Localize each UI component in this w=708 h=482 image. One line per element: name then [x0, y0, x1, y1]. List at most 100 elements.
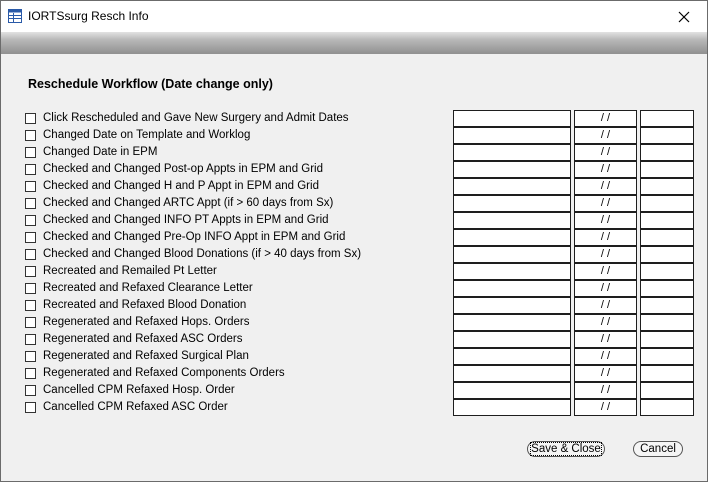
- user-field[interactable]: [453, 178, 571, 195]
- workflow-label: Recreated and Refaxed Clearance Letter: [43, 282, 253, 294]
- workflow-label: Click Rescheduled and Gave New Surgery a…: [43, 112, 349, 124]
- workflow-label: Cancelled CPM Refaxed Hosp. Order: [43, 384, 235, 396]
- workflow-row: Cancelled CPM Refaxed Hosp. Order / /: [25, 382, 697, 399]
- workflow-checkbox[interactable]: [25, 215, 36, 226]
- workflow-checkbox[interactable]: [25, 113, 36, 124]
- date-field[interactable]: / /: [574, 229, 637, 246]
- date-field[interactable]: / /: [574, 280, 637, 297]
- extra-field[interactable]: [640, 348, 694, 365]
- date-field[interactable]: / /: [574, 263, 637, 280]
- user-field[interactable]: [453, 348, 571, 365]
- date-field[interactable]: / /: [574, 144, 637, 161]
- user-field[interactable]: [453, 314, 571, 331]
- extra-field[interactable]: [640, 127, 694, 144]
- workflow-checkbox[interactable]: [25, 130, 36, 141]
- user-field[interactable]: [453, 127, 571, 144]
- workflow-checkbox[interactable]: [25, 334, 36, 345]
- date-field[interactable]: / /: [574, 246, 637, 263]
- workflow-row: Checked and Changed Pre-Op INFO Appt in …: [25, 229, 697, 246]
- extra-field[interactable]: [640, 178, 694, 195]
- workflow-checkbox[interactable]: [25, 283, 36, 294]
- save-close-button[interactable]: Save & Close: [527, 441, 605, 457]
- date-field[interactable]: / /: [574, 178, 637, 195]
- extra-field[interactable]: [640, 161, 694, 178]
- workflow-label: Checked and Changed Blood Donations (if …: [43, 248, 362, 260]
- workflow-row: Recreated and Remailed Pt Letter / /: [25, 263, 697, 280]
- workflow-label: Checked and Changed ARTC Appt (if > 60 d…: [43, 197, 334, 209]
- workflow-row: Cancelled CPM Refaxed ASC Order / /: [25, 399, 697, 416]
- date-field[interactable]: / /: [574, 348, 637, 365]
- extra-field[interactable]: [640, 195, 694, 212]
- user-field[interactable]: [453, 195, 571, 212]
- user-field[interactable]: [453, 229, 571, 246]
- date-field[interactable]: / /: [574, 399, 637, 416]
- extra-field[interactable]: [640, 280, 694, 297]
- workflow-checkbox[interactable]: [25, 198, 36, 209]
- workflow-row: Click Rescheduled and Gave New Surgery a…: [25, 110, 697, 127]
- workflow-checkbox[interactable]: [25, 368, 36, 379]
- date-field[interactable]: / /: [574, 161, 637, 178]
- section-title: Reschedule Workflow (Date change only): [28, 77, 273, 91]
- user-field[interactable]: [453, 246, 571, 263]
- workflow-row: Regenerated and Refaxed Hops. Orders / /: [25, 314, 697, 331]
- user-field[interactable]: [453, 263, 571, 280]
- workflow-row: Regenerated and Refaxed ASC Orders / /: [25, 331, 697, 348]
- date-field[interactable]: / /: [574, 314, 637, 331]
- extra-field[interactable]: [640, 297, 694, 314]
- workflow-checkbox[interactable]: [25, 300, 36, 311]
- workflow-checkbox[interactable]: [25, 385, 36, 396]
- extra-field[interactable]: [640, 263, 694, 280]
- user-field[interactable]: [453, 144, 571, 161]
- workflow-checkbox[interactable]: [25, 266, 36, 277]
- workflow-row: Checked and Changed ARTC Appt (if > 60 d…: [25, 195, 697, 212]
- date-field[interactable]: / /: [574, 110, 637, 127]
- extra-field[interactable]: [640, 331, 694, 348]
- extra-field[interactable]: [640, 382, 694, 399]
- date-field[interactable]: / /: [574, 365, 637, 382]
- workflow-row: Changed Date on Template and Worklog / /: [25, 127, 697, 144]
- cancel-button[interactable]: Cancel: [633, 441, 683, 457]
- extra-field[interactable]: [640, 144, 694, 161]
- workflow-label: Recreated and Remailed Pt Letter: [43, 265, 217, 277]
- close-icon: [678, 11, 690, 22]
- user-field[interactable]: [453, 297, 571, 314]
- workflow-checkbox[interactable]: [25, 164, 36, 175]
- user-field[interactable]: [453, 382, 571, 399]
- extra-field[interactable]: [640, 365, 694, 382]
- user-field[interactable]: [453, 399, 571, 416]
- close-button[interactable]: [661, 1, 707, 32]
- workflow-checkbox[interactable]: [25, 249, 36, 260]
- workflow-checkbox[interactable]: [25, 351, 36, 362]
- workflow-label: Regenerated and Refaxed Hops. Orders: [43, 316, 250, 328]
- date-field[interactable]: / /: [574, 195, 637, 212]
- user-field[interactable]: [453, 280, 571, 297]
- workflow-row: Recreated and Refaxed Clearance Letter /…: [25, 280, 697, 297]
- extra-field[interactable]: [640, 229, 694, 246]
- extra-field[interactable]: [640, 110, 694, 127]
- workflow-checkbox[interactable]: [25, 232, 36, 243]
- date-field[interactable]: / /: [574, 382, 637, 399]
- header-gradient-bar: [1, 32, 707, 54]
- extra-field[interactable]: [640, 399, 694, 416]
- date-field[interactable]: / /: [574, 331, 637, 348]
- workflow-checkbox[interactable]: [25, 317, 36, 328]
- workflow-checkbox[interactable]: [25, 147, 36, 158]
- user-field[interactable]: [453, 161, 571, 178]
- date-field[interactable]: / /: [574, 127, 637, 144]
- user-field[interactable]: [453, 365, 571, 382]
- user-field[interactable]: [453, 212, 571, 229]
- workflow-label: Changed Date on Template and Worklog: [43, 129, 251, 141]
- workflow-checkbox[interactable]: [25, 402, 36, 413]
- extra-field[interactable]: [640, 212, 694, 229]
- user-field[interactable]: [453, 110, 571, 127]
- date-field[interactable]: / /: [574, 212, 637, 229]
- extra-field[interactable]: [640, 314, 694, 331]
- workflow-checkbox[interactable]: [25, 181, 36, 192]
- user-field[interactable]: [453, 331, 571, 348]
- extra-field[interactable]: [640, 246, 694, 263]
- workflow-row: Checked and Changed INFO PT Appts in EPM…: [25, 212, 697, 229]
- workflow-row: Recreated and Refaxed Blood Donation / /: [25, 297, 697, 314]
- workflow-row: Checked and Changed Post-op Appts in EPM…: [25, 161, 697, 178]
- date-field[interactable]: / /: [574, 297, 637, 314]
- title-bar: IORTSsurg Resch Info: [1, 1, 707, 32]
